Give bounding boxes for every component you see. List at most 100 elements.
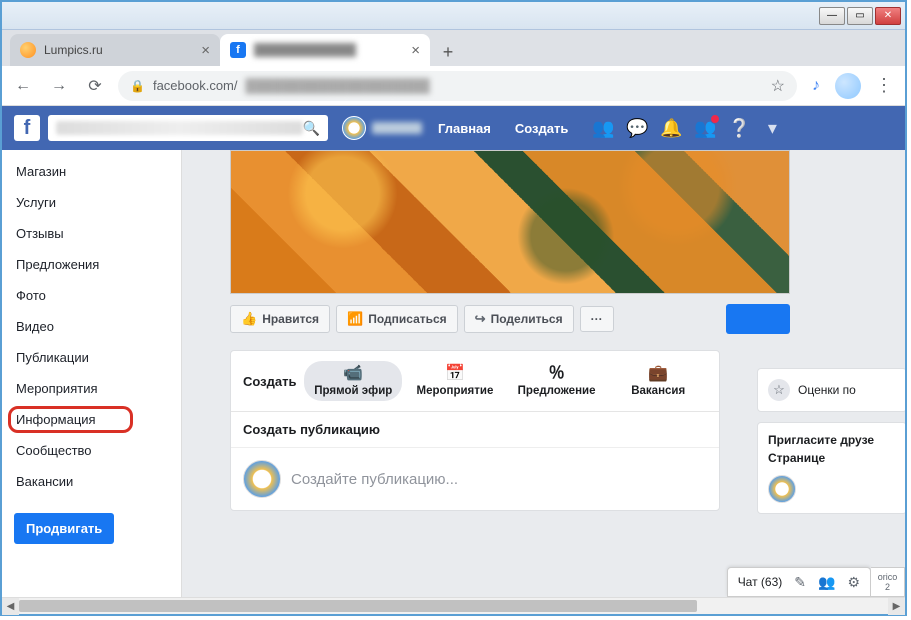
sidebar-item-events[interactable]: Мероприятия (2, 373, 181, 404)
facebook-search-input[interactable]: 🔍 (48, 115, 328, 141)
sidebar-item-jobs[interactable]: Вакансии (2, 466, 181, 497)
browser-tab-lumpics[interactable]: Lumpics.ru × (10, 34, 220, 66)
lock-icon: 🔒 (130, 79, 145, 93)
thumbs-up-icon: 👍 (241, 311, 257, 327)
sidebar-item-offers[interactable]: Предложения (2, 249, 181, 280)
window-maximize-button[interactable]: ▭ (847, 7, 873, 25)
sidebar-item-community[interactable]: Сообщество (2, 435, 181, 466)
page-content: Магазин Услуги Отзывы Предложения Фото В… (2, 150, 905, 597)
back-button[interactable]: ← (10, 73, 36, 99)
scroll-thumb[interactable] (19, 600, 697, 612)
page-main-column: 👍Нравится 📶Подписаться ↪Поделиться ··· С… (182, 150, 905, 597)
create-post-card: Создать 📹Прямой эфир 📅Мероприятие ％Предл… (230, 350, 720, 511)
forward-button[interactable]: → (46, 73, 72, 99)
sidebar-item-shop[interactable]: Магазин (2, 156, 181, 187)
group-icon[interactable]: 👥 (818, 574, 835, 591)
browser-toolbar: ← → ⟳ 🔒 facebook.com/ ██████████████████… (2, 66, 905, 106)
create-options-row: Создать 📹Прямой эфир 📅Мероприятие ％Предл… (231, 351, 719, 412)
like-button[interactable]: 👍Нравится (230, 305, 330, 333)
address-bar[interactable]: 🔒 facebook.com/ ████████████████████ ☆ (118, 71, 797, 101)
tab-close-icon[interactable]: × (411, 42, 420, 59)
horizontal-scrollbar[interactable]: ◀ ▶ (2, 597, 905, 614)
tab-title: ████████████ (254, 43, 403, 57)
scroll-left-button[interactable]: ◀ (2, 598, 19, 615)
compose-icon[interactable]: ✎ (794, 574, 806, 591)
facebook-header: f 🔍 Главная Создать 👥 💬 🔔 👥 ❔ ▾ (2, 106, 905, 150)
sidebar-item-posts[interactable]: Публикации (2, 342, 181, 373)
create-live-button[interactable]: 📹Прямой эфир (304, 361, 402, 401)
share-button[interactable]: ↪Поделиться (464, 305, 574, 333)
primary-cta-button[interactable] (726, 304, 790, 334)
reload-button[interactable]: ⟳ (82, 73, 108, 99)
create-post-label: Создать публикацию (231, 412, 719, 448)
window-minimize-button[interactable]: — (819, 7, 845, 25)
window-close-button[interactable]: ✕ (875, 7, 901, 25)
invite-widget[interactable]: Пригласите друзе Странице (757, 422, 905, 514)
scroll-track[interactable] (19, 598, 888, 614)
create-event-button[interactable]: 📅Мероприятие (406, 361, 504, 401)
url-host: facebook.com/ (153, 78, 238, 93)
profile-avatar-button[interactable] (835, 73, 861, 99)
sidebar-item-about[interactable]: Информация (2, 404, 181, 435)
briefcase-icon: 💼 (648, 365, 668, 383)
browser-tab-strip: Lumpics.ru × f ████████████ × + (2, 30, 905, 66)
sidebar-item-photos[interactable]: Фото (2, 280, 181, 311)
sidebar-item-videos[interactable]: Видео (2, 311, 181, 342)
browser-tab-facebook[interactable]: f ████████████ × (220, 34, 430, 66)
create-label: Создать (243, 374, 296, 389)
browser-menu-button[interactable]: ⋮ (871, 75, 897, 96)
window-titlebar: — ▭ ✕ (2, 2, 905, 30)
messenger-icon[interactable]: 💬 (626, 118, 646, 139)
sidebar-item-reviews[interactable]: Отзывы (2, 218, 181, 249)
chat-tab[interactable]: Чат (63) ✎ 👥 ⚙ (727, 567, 871, 597)
post-input-placeholder[interactable]: Создайте публикацию... (291, 471, 458, 488)
header-profile-link[interactable] (342, 116, 422, 140)
create-offer-button[interactable]: ％Предложение (508, 361, 606, 401)
percent-icon: ％ (549, 365, 565, 383)
rss-icon: 📶 (347, 311, 363, 327)
avatar (342, 116, 366, 140)
star-outline-icon: ☆ (768, 379, 790, 401)
quick-help-icon[interactable]: 👥 (694, 118, 714, 139)
extension-icon[interactable]: ♪ (807, 77, 825, 95)
favicon-lumpics (20, 42, 36, 58)
tab-close-icon[interactable]: × (201, 42, 210, 59)
url-path-blurred: ████████████████████ (246, 78, 430, 93)
friends-icon[interactable]: 👥 (592, 118, 612, 139)
search-text-blurred (56, 121, 303, 135)
cover-photo[interactable] (230, 150, 790, 294)
promote-button[interactable]: Продвигать (14, 513, 114, 544)
header-icon-tray: 👥 💬 🔔 👥 ❔ ▾ (592, 118, 782, 139)
notification-badge (710, 114, 720, 124)
help-icon[interactable]: ❔ (728, 118, 748, 139)
more-actions-button[interactable]: ··· (580, 306, 614, 332)
gear-icon[interactable]: ⚙ (847, 574, 860, 591)
chat-label: Чат (63) (738, 575, 783, 589)
header-home-link[interactable]: Главная (430, 121, 499, 136)
bookmark-star-icon[interactable]: ☆ (771, 76, 785, 96)
create-job-button[interactable]: 💼Вакансия (609, 361, 707, 401)
facebook-logo[interactable]: f (14, 115, 40, 141)
page-actions-row: 👍Нравится 📶Подписаться ↪Поделиться ··· (230, 294, 790, 344)
reviews-widget[interactable]: ☆ Оценки по (757, 368, 905, 412)
share-icon: ↪ (475, 311, 486, 327)
follow-button[interactable]: 📶Подписаться (336, 305, 458, 333)
sidebar-item-services[interactable]: Услуги (2, 187, 181, 218)
calendar-icon: 📅 (445, 365, 465, 383)
username-blurred (372, 122, 422, 134)
chat-more-tab[interactable]: orico 2 (871, 567, 905, 597)
create-post-body[interactable]: Создайте публикацию... (231, 448, 719, 510)
scroll-right-button[interactable]: ▶ (888, 598, 905, 615)
page-right-rail: ☆ Оценки по Пригласите друзе Странице (757, 368, 905, 524)
dropdown-icon[interactable]: ▾ (762, 118, 782, 139)
search-icon[interactable]: 🔍 (303, 120, 320, 137)
friend-avatar (768, 475, 796, 503)
page-left-sidebar: Магазин Услуги Отзывы Предложения Фото В… (2, 150, 182, 597)
tab-title: Lumpics.ru (44, 43, 193, 57)
notifications-icon[interactable]: 🔔 (660, 118, 680, 139)
new-tab-button[interactable]: + (434, 38, 462, 66)
favicon-facebook: f (230, 42, 246, 58)
header-create-link[interactable]: Создать (507, 121, 576, 136)
camera-icon: 📹 (343, 365, 363, 383)
page-avatar (243, 460, 281, 498)
